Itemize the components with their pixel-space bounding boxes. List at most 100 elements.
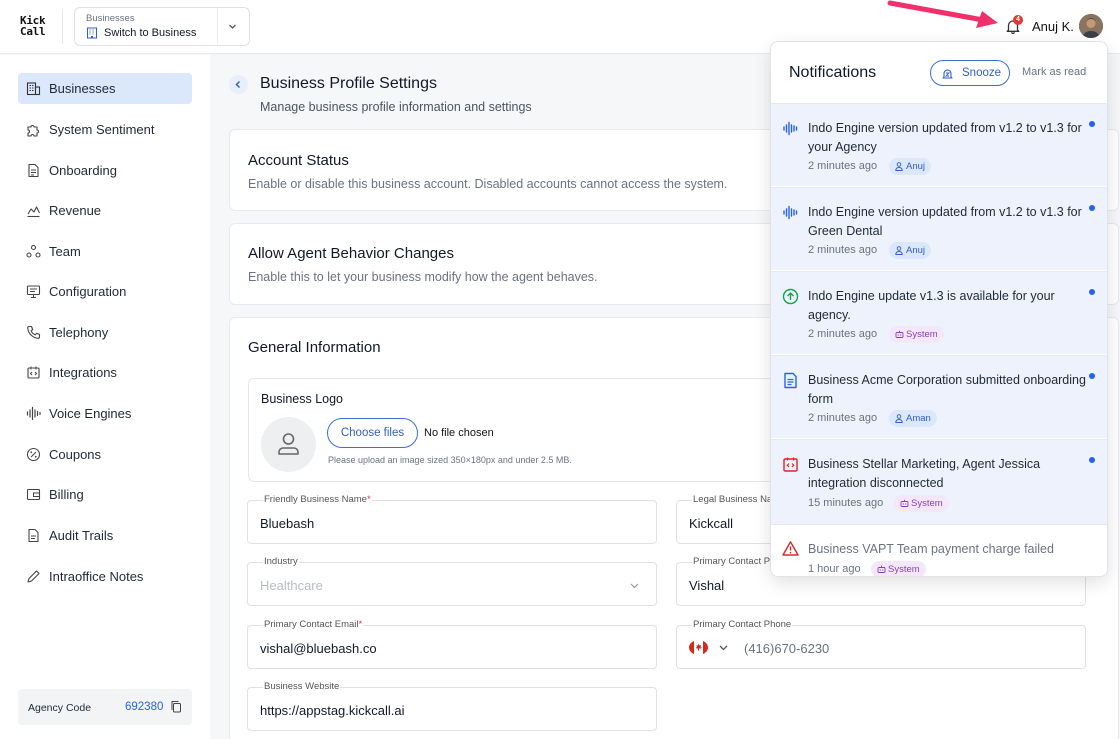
bell-snooze-icon	[942, 69, 953, 79]
user-icon	[895, 414, 903, 423]
sidebar-item-telephony[interactable]: Telephony	[18, 317, 192, 348]
notification-tag: System	[894, 495, 949, 512]
sidebar-item-label: Revenue	[49, 203, 102, 218]
field-value: vishal@bluebash.co	[260, 641, 377, 656]
primary-contact-phone-field[interactable]: Primary Contact Phone (416)670-6230	[676, 619, 1086, 669]
sidebar-item-team[interactable]: Team	[18, 236, 192, 267]
field-value: Bluebash	[260, 516, 315, 531]
field-label: Primary Contact Phone	[692, 619, 793, 630]
agency-code-value: 692380	[125, 701, 164, 713]
document-icon	[28, 163, 39, 178]
chevron-down-icon	[630, 583, 639, 589]
logo-line-2: Call	[20, 25, 46, 38]
card-title: Account Status	[248, 152, 349, 169]
notification-time: 2 minutes ago	[808, 328, 878, 340]
coupon-icon	[26, 447, 41, 462]
waveform-icon	[783, 205, 798, 220]
page-subtitle: Manage business profile information and …	[260, 100, 532, 114]
team-icon	[26, 244, 41, 258]
sidebar-item-configuration[interactable]: Configuration	[18, 276, 192, 307]
sidebar-item-coupons[interactable]: Coupons	[18, 439, 192, 470]
snooze-button[interactable]: Snooze	[930, 60, 1010, 86]
sidebar-item-intraoffice-notes[interactable]: Intraoffice Notes	[18, 561, 192, 592]
notification-item[interactable]: Indo Engine version updated from v1.2 to…	[771, 187, 1107, 270]
chevron-down-icon[interactable]	[227, 21, 238, 32]
file-status: No file chosen	[424, 427, 494, 439]
notification-item[interactable]: Business Stellar Marketing, Agent Jessic…	[771, 439, 1107, 524]
logo-placeholder	[261, 417, 316, 472]
card-description: Enable this to let your business modify …	[248, 270, 598, 284]
notification-text: Indo Engine version updated from v1.2 to…	[808, 121, 1082, 154]
chevron-left-icon	[235, 80, 241, 89]
field-value: Kickcall	[689, 516, 734, 531]
sidebar-item-label: Telephony	[49, 325, 109, 340]
sidebar-item-revenue[interactable]: Revenue	[18, 195, 192, 226]
sidebar-item-onboarding[interactable]: Onboarding	[18, 155, 192, 186]
integration-icon	[783, 457, 798, 472]
mark-as-read-button[interactable]: Mark as read	[1022, 66, 1086, 78]
business-switcher-caption: Businesses	[86, 13, 135, 24]
sidebar-item-billing[interactable]: Billing	[18, 479, 192, 510]
sidebar-item-label: Intraoffice Notes	[49, 569, 144, 584]
integration-icon	[27, 366, 40, 379]
app-logo[interactable]: Kick Call	[20, 15, 46, 38]
avatar[interactable]	[1079, 14, 1103, 38]
robot-icon	[877, 565, 886, 573]
waveform-icon	[26, 406, 41, 421]
primary-contact-email-field[interactable]: Primary Contact Email* vishal@bluebash.c…	[247, 619, 657, 669]
notification-text: Indo Engine version updated from v1.2 to…	[808, 205, 1082, 238]
robot-icon	[900, 499, 909, 507]
user-icon	[895, 246, 903, 255]
card-title: General Information	[248, 339, 381, 356]
sidebar-item-voice-engines[interactable]: Voice Engines	[18, 398, 192, 429]
unread-dot	[1089, 121, 1095, 127]
notification-time: 15 minutes ago	[808, 497, 884, 509]
business-switcher[interactable]: Businesses Switch to Business	[74, 7, 250, 46]
unread-dot	[1089, 205, 1095, 211]
chart-line-icon	[27, 206, 40, 218]
notification-item[interactable]: Business Acme Corporation submitted onbo…	[771, 355, 1107, 438]
industry-select[interactable]: Industry Healthcare	[247, 556, 657, 606]
notification-tag: System	[871, 561, 926, 576]
field-value: https://appstag.kickcall.ai	[260, 703, 405, 718]
sidebar-item-audit-trails[interactable]: Audit Trails	[18, 520, 192, 551]
puzzle-icon	[27, 125, 39, 137]
notification-item[interactable]: Business VAPT Team payment charge failed…	[771, 524, 1107, 576]
card-title: Allow Agent Behavior Changes	[248, 245, 454, 262]
friendly-business-name-field[interactable]: Friendly Business Name* Bluebash	[247, 494, 657, 544]
notification-tag: Anuj	[889, 242, 932, 259]
business-logo-label: Business Logo	[261, 392, 344, 406]
notification-time: 2 minutes ago	[808, 412, 878, 424]
field-label: Friendly Business Name*	[263, 494, 372, 505]
notification-text: Business Stellar Marketing, Agent Jessic…	[808, 457, 1041, 490]
upload-hint: Please upload an image sized 350×180px a…	[328, 455, 572, 465]
field-value: (416)670-6230	[744, 641, 830, 656]
notification-text: Business VAPT Team payment charge failed	[808, 542, 1054, 556]
sidebar-item-label: Configuration	[49, 284, 127, 299]
user-icon	[278, 433, 299, 455]
user-name[interactable]: Anuj K.	[1032, 19, 1074, 34]
agency-code-box: Agency Code 692380	[18, 689, 192, 725]
wallet-icon	[26, 488, 41, 501]
notification-item[interactable]: Indo Engine version updated from v1.2 to…	[771, 103, 1107, 186]
canada-flag-icon[interactable]	[689, 640, 708, 655]
notifications-title: Notifications	[789, 64, 877, 81]
unread-dot	[1089, 457, 1095, 463]
unread-dot	[1089, 373, 1095, 379]
notification-text: Indo Engine update v1.3 is available for…	[808, 289, 1055, 322]
sidebar-item-label: Onboarding	[49, 163, 117, 178]
sidebar-item-integrations[interactable]: Integrations	[18, 357, 192, 388]
unread-dot	[1089, 289, 1095, 295]
sidebar-item-label: Billing	[49, 487, 84, 502]
notification-time: 2 minutes ago	[808, 160, 878, 172]
sidebar-item-businesses[interactable]: Businesses	[18, 73, 192, 104]
pencil-icon	[27, 570, 40, 583]
choose-files-button[interactable]: Choose files	[327, 418, 418, 448]
notification-item[interactable]: Indo Engine update v1.3 is available for…	[771, 271, 1107, 354]
business-website-field[interactable]: Business Website https://appstag.kickcal…	[247, 681, 657, 731]
chevron-down-icon[interactable]	[718, 642, 729, 653]
copy-icon[interactable]	[170, 700, 182, 713]
back-button[interactable]	[229, 75, 248, 94]
divider	[62, 10, 63, 44]
sidebar-item-system-sentiment[interactable]: System Sentiment	[18, 114, 192, 145]
